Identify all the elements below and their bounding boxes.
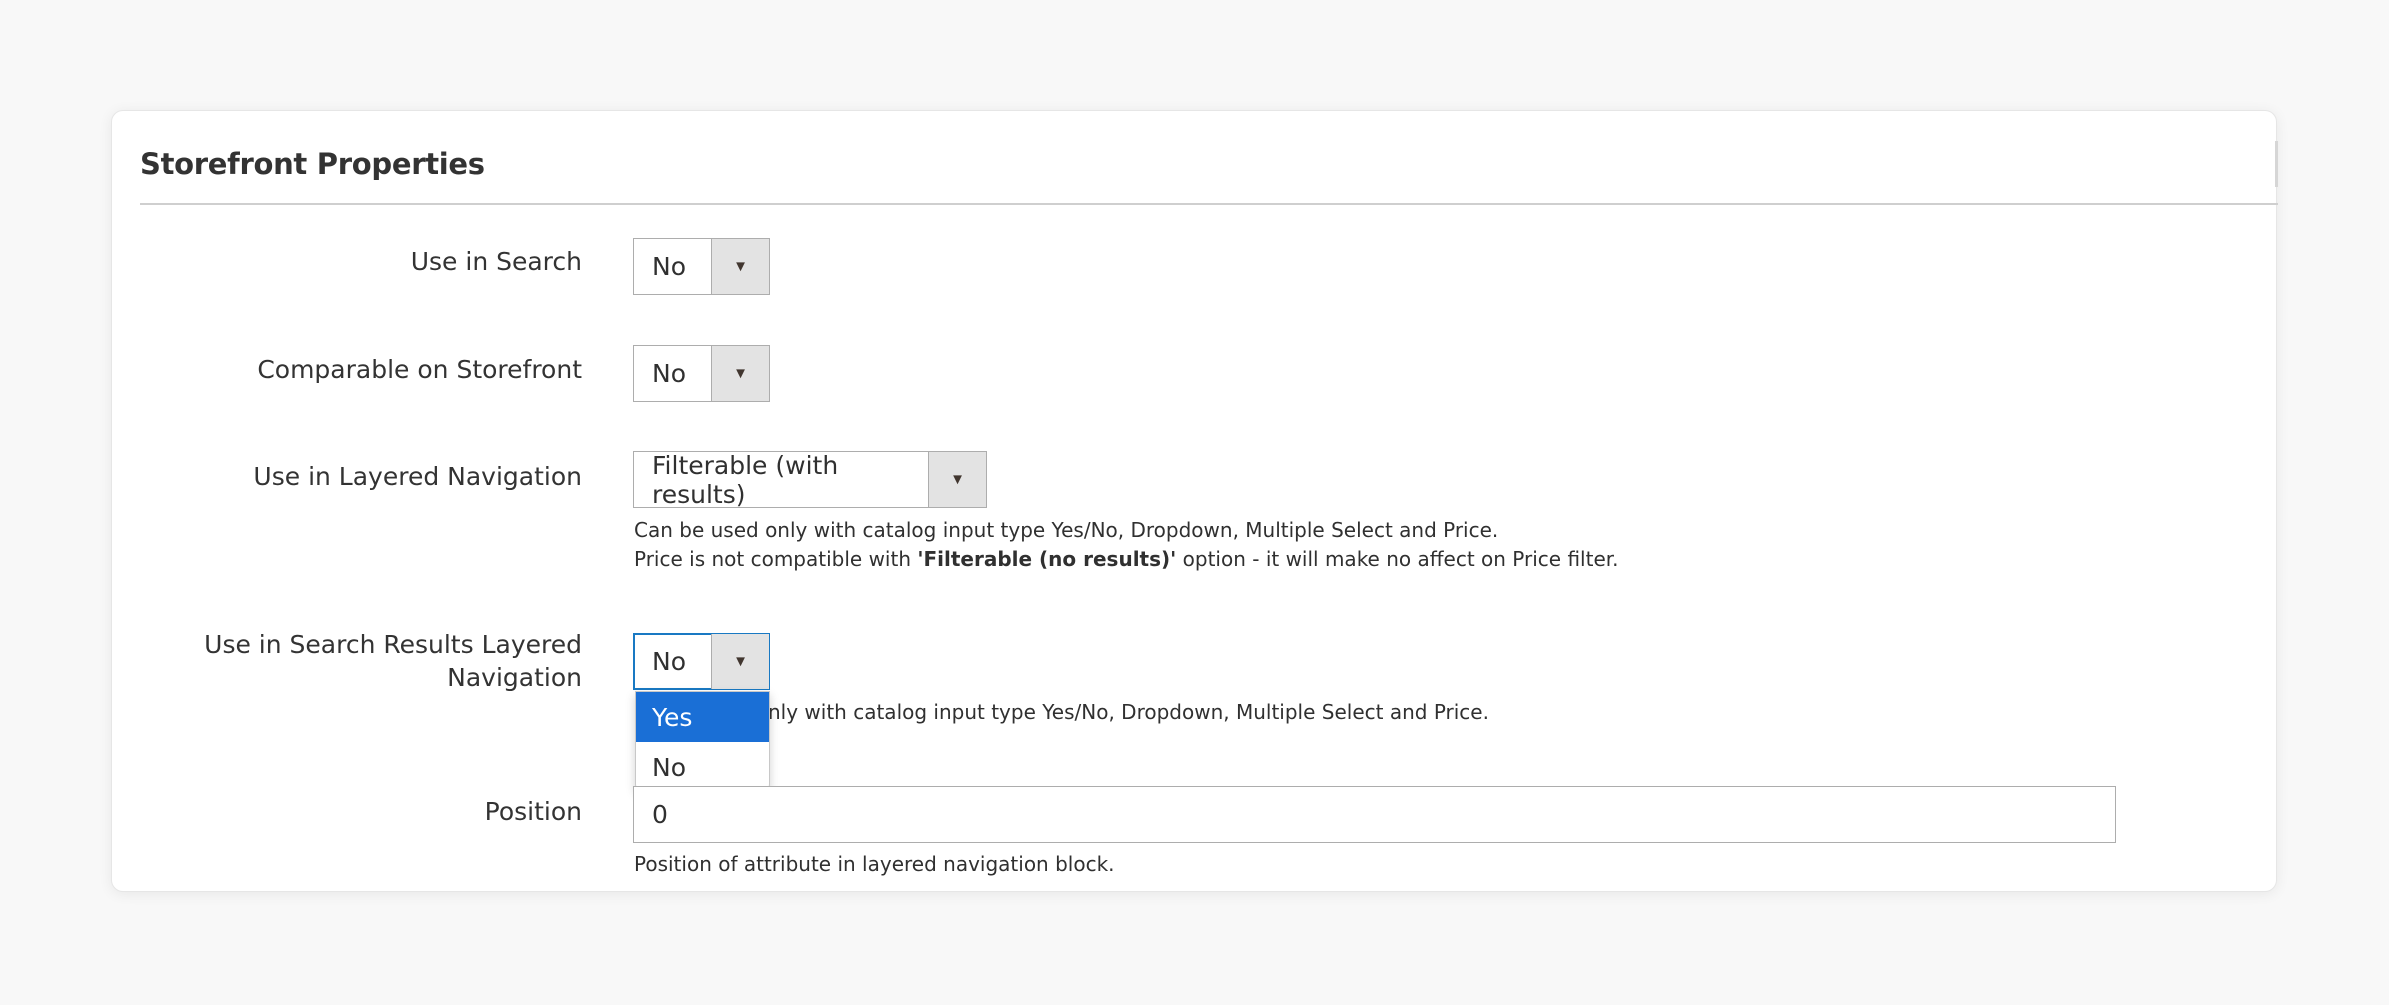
layered-nav-label: Use in Layered Navigation	[253, 462, 582, 491]
use-in-search-label: Use in Search	[410, 247, 582, 276]
search-results-layered-nav-label: Use in Search Results Layered Navigation	[204, 628, 582, 694]
layered-nav-note-line1: Can be used only with catalog input type…	[634, 518, 1499, 542]
position-note: Position of attribute in layered navigat…	[634, 852, 1115, 876]
note-text: option - it will make no affect on Price…	[1176, 547, 1619, 571]
label-line: Use in Search Results Layered	[204, 630, 582, 659]
layered-nav-select[interactable]: Filterable (with results) ▼	[633, 450, 987, 509]
caret-down-icon: ▼	[711, 239, 769, 294]
caret-down-icon: ▼	[928, 452, 986, 507]
panel-edge-marker	[2275, 141, 2278, 187]
note-bold-option: 'Filterable (no results)'	[917, 547, 1177, 571]
layered-nav-note: Can be used only with catalog input type…	[634, 516, 1619, 574]
comparable-select[interactable]: No ▼	[633, 345, 770, 402]
position-label: Position	[484, 797, 582, 826]
search-results-layered-nav-note: nly with catalog input type Yes/No, Drop…	[768, 700, 1489, 724]
comparable-label: Comparable on Storefront	[257, 355, 582, 384]
panel-divider	[140, 203, 2278, 205]
label-line: Navigation	[447, 663, 582, 692]
search-results-layered-nav-select[interactable]: No ▼	[633, 633, 770, 690]
note-text: Price is not compatible with	[634, 547, 918, 571]
comparable-value: No	[652, 359, 686, 388]
dropdown-option-yes[interactable]: Yes	[636, 692, 769, 742]
search-results-layered-nav-value: No	[652, 647, 686, 676]
use-in-search-select[interactable]: No ▼	[633, 238, 770, 295]
storefront-properties-panel: Storefront Properties	[111, 110, 2278, 892]
dropdown-option-no[interactable]: No	[636, 742, 769, 791]
panel-title: Storefront Properties	[140, 147, 485, 181]
caret-down-icon: ▼	[711, 634, 769, 689]
position-input[interactable]: 0	[633, 786, 2116, 843]
use-in-search-value: No	[652, 252, 686, 281]
search-results-layered-nav-dropdown: Yes No	[635, 691, 770, 792]
layered-nav-value: Filterable (with results)	[652, 450, 839, 509]
layered-nav-note-line2: Price is not compatible with 'Filterable…	[634, 545, 1619, 574]
caret-down-icon: ▼	[711, 346, 769, 401]
